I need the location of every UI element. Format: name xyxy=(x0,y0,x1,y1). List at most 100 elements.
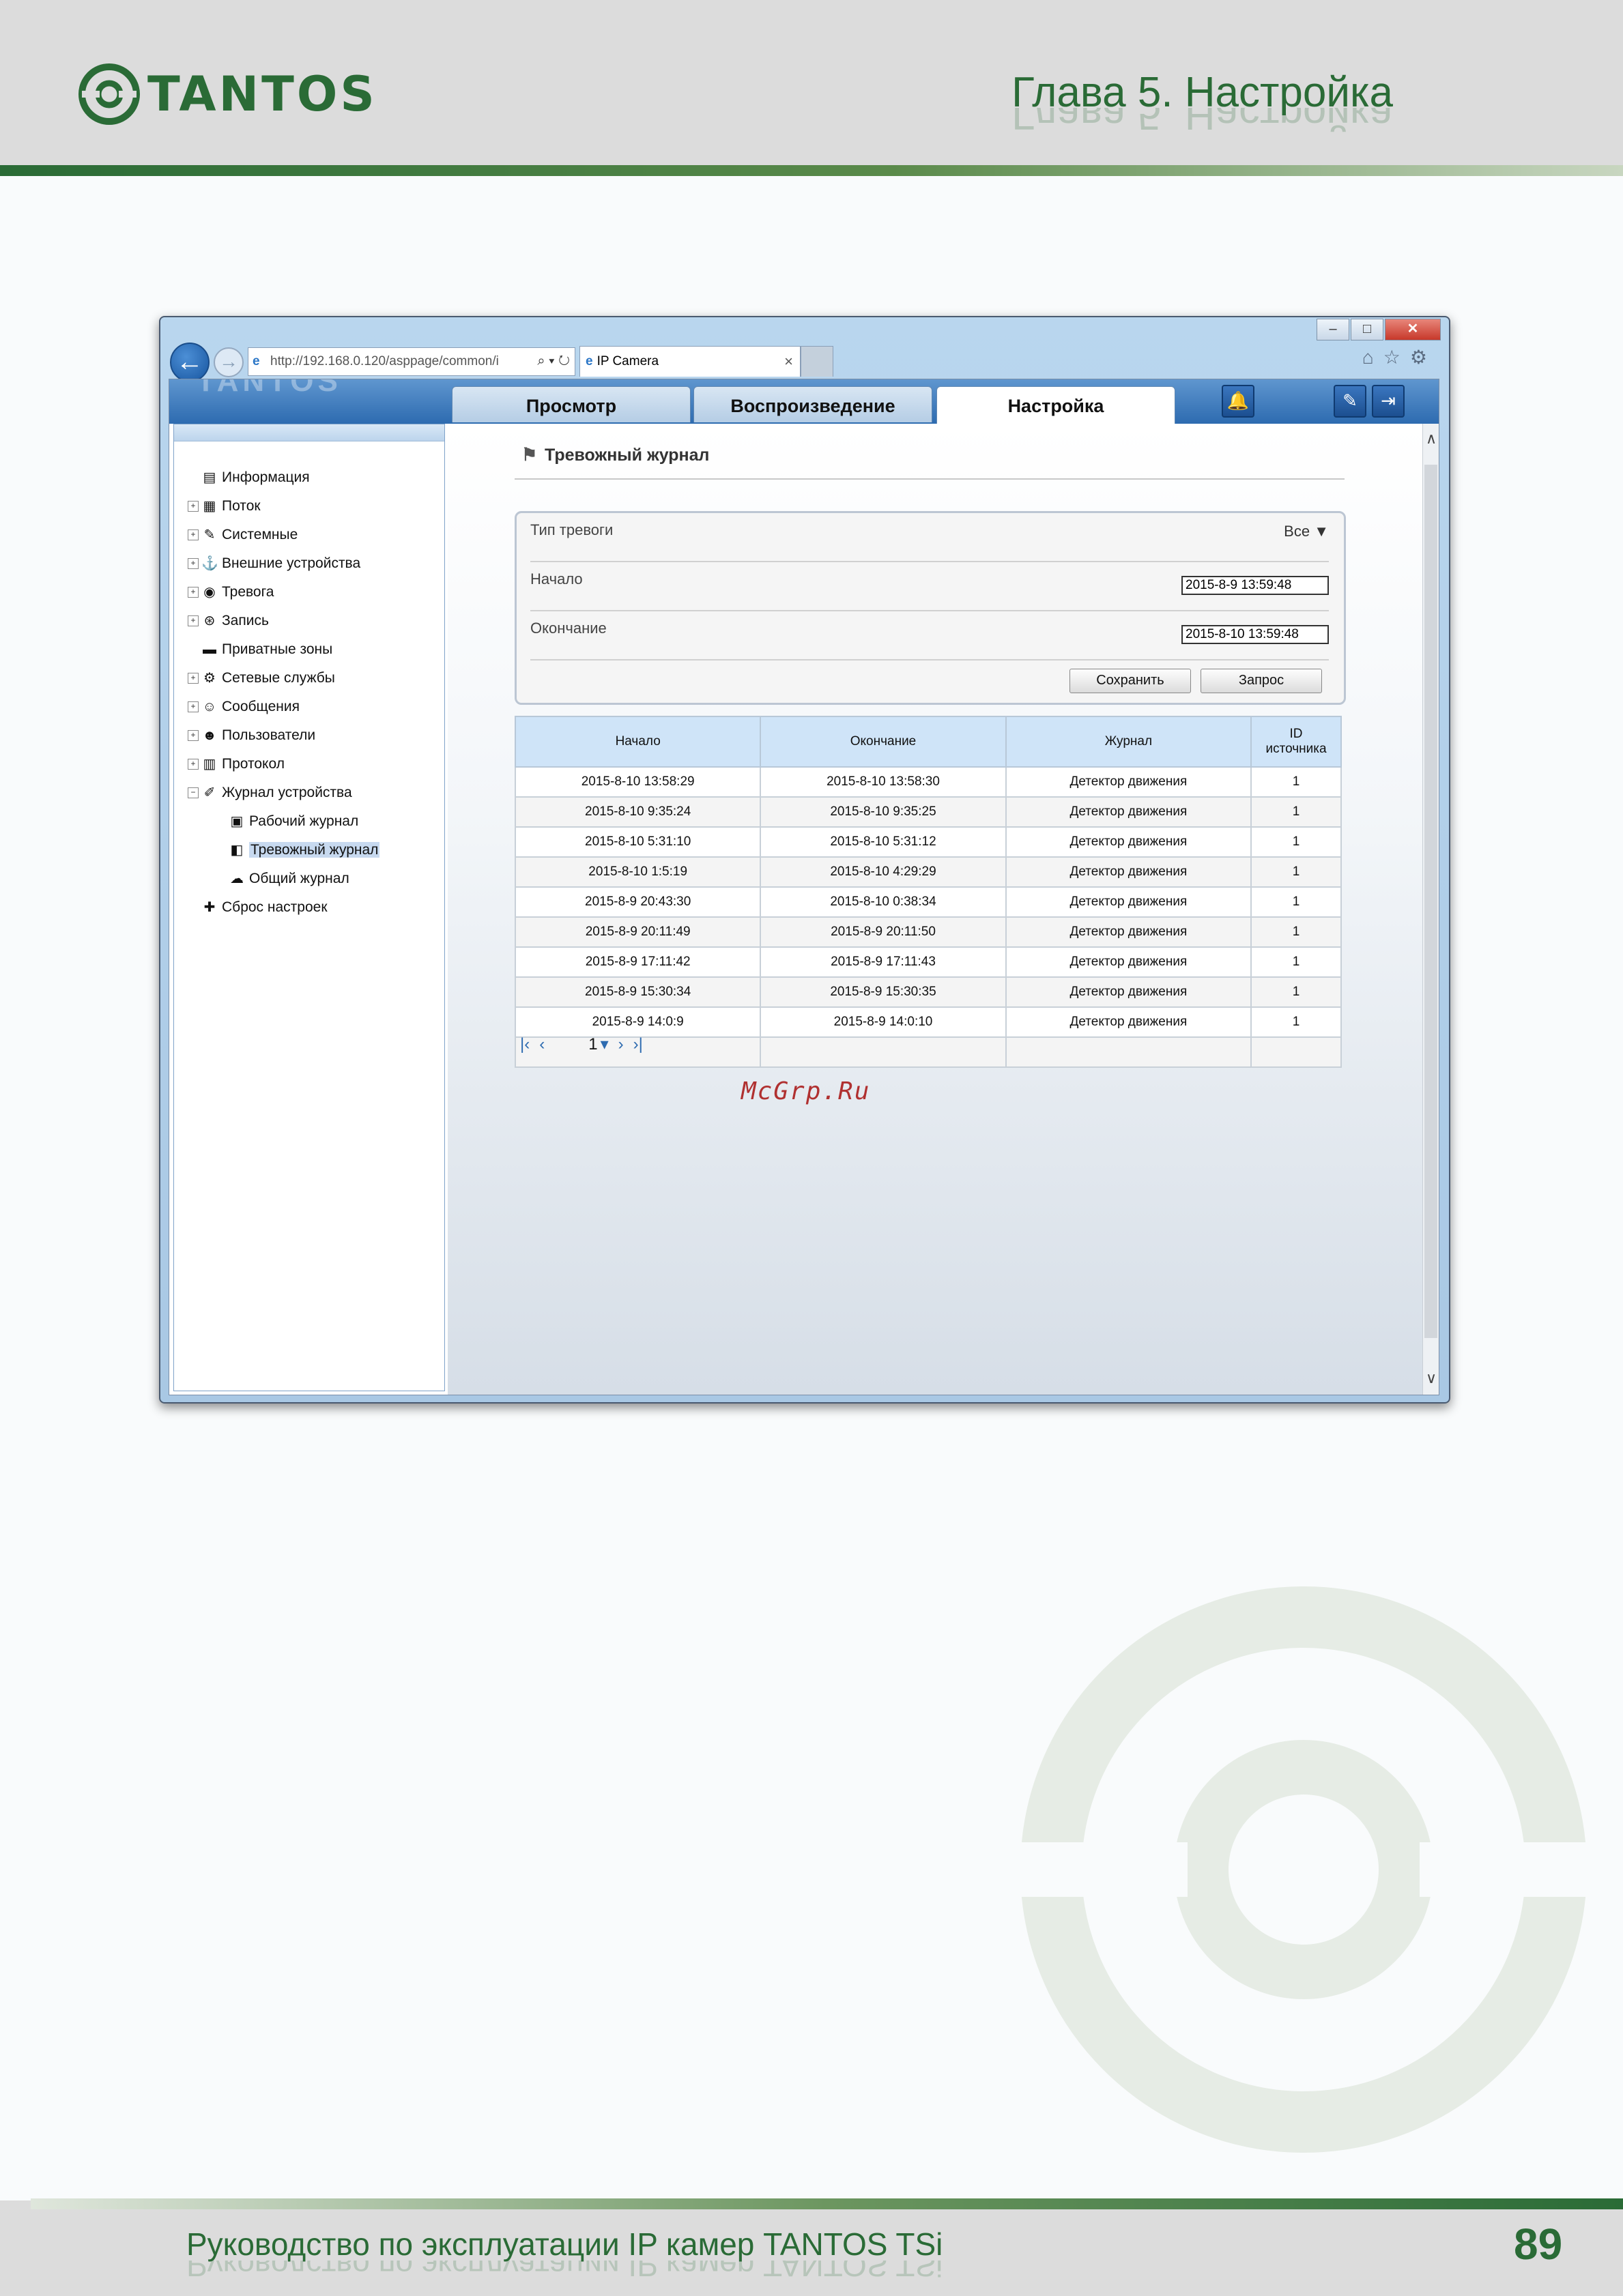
ie-icon: e xyxy=(586,354,593,368)
table-row[interactable]: 2015-8-9 15:30:34 2015-8-9 15:30:35 Детект… xyxy=(514,976,1342,1008)
new-tab-button[interactable] xyxy=(801,346,833,377)
cell-end: 2015-8-9 15:30:35 xyxy=(760,976,1007,1008)
cell-source-id: 1 xyxy=(1250,886,1342,918)
cell-log: Детектор движения xyxy=(1005,1006,1252,1038)
sidebar-item-work-log[interactable]: ▣ Рабочий журнал xyxy=(229,809,359,834)
sidebar-item-system[interactable]: + ✎ Системные xyxy=(188,523,298,547)
cell-end: 2015-8-10 4:29:29 xyxy=(760,856,1007,888)
expand-icon[interactable]: + xyxy=(188,701,199,713)
browser-tab[interactable]: e IP Camera × xyxy=(579,346,801,377)
alarm-type-select[interactable]: Все ▼ xyxy=(1284,523,1329,540)
footer-stripe xyxy=(31,2198,1623,2209)
sidebar-item-messages[interactable]: + ☺ Сообщения xyxy=(188,695,300,719)
column-header-source-id[interactable]: ID источника xyxy=(1250,716,1342,768)
cell-source-id: 1 xyxy=(1250,826,1342,858)
table-row[interactable]: 2015-8-10 5:31:10 2015-8-10 5:31:12 Детект… xyxy=(514,826,1342,858)
bell-icon[interactable]: 🔔 xyxy=(1222,385,1254,418)
page-number[interactable]: 1 xyxy=(588,1035,597,1054)
collapse-icon[interactable]: − xyxy=(188,787,199,799)
save-button[interactable]: Сохранить xyxy=(1069,669,1191,693)
table-row[interactable]: 2015-8-9 17:11:42 2015-8-9 17:11:43 Детект… xyxy=(514,946,1342,978)
sidebar-item-info[interactable]: ▤ Информация xyxy=(188,465,310,490)
scroll-up-icon[interactable]: ∧ xyxy=(1423,428,1439,450)
cell-source-id: 1 xyxy=(1250,916,1342,948)
brand-logo: TANTOS xyxy=(76,61,377,127)
tab-close-icon[interactable]: × xyxy=(784,347,793,377)
sidebar-item-device-log[interactable]: − ✐ Журнал устройства xyxy=(188,781,352,805)
expand-icon[interactable]: + xyxy=(188,673,199,684)
ie-icon: e xyxy=(253,354,260,368)
browser-window: – □ ✕ ← → e http://192.168.0.120/asppage/… xyxy=(159,316,1450,1404)
sidebar-item-record[interactable]: + ⊛ Запись xyxy=(188,609,269,633)
table-row[interactable]: 2015-8-9 14:0:9 2015-8-9 14:0:10 Детектор … xyxy=(514,1006,1342,1038)
sidebar-item-general-log[interactable]: ☁ Общий журнал xyxy=(229,867,349,891)
page-header: TANTOS Глава 5. Настройка Глава 5. Настр… xyxy=(0,0,1623,167)
forward-arrow-icon[interactable]: → xyxy=(214,347,244,377)
sidebar-item-alarm-log[interactable]: ◧ Тревожный журнал xyxy=(229,838,380,862)
cell-start: 2015-8-10 1:5:19 xyxy=(514,856,762,888)
prev-page-icon[interactable]: ‹ xyxy=(539,1035,545,1054)
window-controls: – □ ✕ xyxy=(1315,319,1441,340)
cell-start: 2015-8-9 17:11:42 xyxy=(514,946,762,978)
cell-start: 2015-8-9 14:0:9 xyxy=(514,1006,762,1038)
start-time-input[interactable] xyxy=(1181,576,1329,595)
cell-end: 2015-8-10 5:31:12 xyxy=(760,826,1007,858)
expand-icon[interactable]: + xyxy=(188,529,199,541)
scroll-thumb[interactable] xyxy=(1424,465,1437,1338)
back-arrow-icon[interactable]: ← xyxy=(170,343,210,382)
end-time-input[interactable] xyxy=(1181,625,1329,644)
sidebar-item-stream[interactable]: + ▦ Поток xyxy=(188,494,261,519)
table-row[interactable]: 2015-8-10 1:5:19 2015-8-10 4:29:29 Детекто… xyxy=(514,856,1342,888)
signpost-icon: ⚑ xyxy=(521,444,538,465)
column-header-end[interactable]: Окончание xyxy=(760,716,1007,768)
sidebar-item-alarm[interactable]: + ◉ Тревога xyxy=(188,580,274,605)
cell-log: Детектор движения xyxy=(1005,766,1252,798)
table-row[interactable]: 2015-8-9 20:11:49 2015-8-9 20:11:50 Детект… xyxy=(514,916,1342,948)
sidebar-item-network[interactable]: + ⚙ Сетевые службы xyxy=(188,666,335,691)
reset-icon: ✚ xyxy=(203,900,216,915)
tab-playback[interactable]: Воспроизведение xyxy=(693,386,932,422)
sidebar-item-devices[interactable]: + ⚓ Внешние устройства xyxy=(188,551,360,576)
expand-icon[interactable]: + xyxy=(188,759,199,770)
sidebar-item-reset[interactable]: ✚ Сброс настроек xyxy=(188,895,328,920)
general-log-icon: ☁ xyxy=(230,871,244,886)
dropdown-arrow-icon: ▼ xyxy=(1314,523,1329,540)
end-time-label: Окончание xyxy=(530,620,607,637)
sidebar-item-users[interactable]: + ☻ Пользователи xyxy=(188,723,315,748)
logout-icon[interactable]: ⇥ xyxy=(1372,385,1405,418)
page-dropdown-icon[interactable]: ▾ xyxy=(601,1034,609,1054)
cell-log: Детектор движения xyxy=(1005,826,1252,858)
home-star-gear-icons[interactable]: ⌂☆⚙ xyxy=(1362,346,1437,368)
close-window-button[interactable]: ✕ xyxy=(1385,319,1441,340)
system-icon: ✎ xyxy=(203,527,216,542)
expand-icon[interactable]: + xyxy=(188,730,199,742)
tab-settings[interactable]: Настройка xyxy=(936,386,1175,424)
last-page-icon[interactable]: ›| xyxy=(633,1035,643,1054)
cell-start: 2015-8-9 20:43:30 xyxy=(514,886,762,918)
sidebar-item-privacy[interactable]: ▬ Приватные зоны xyxy=(188,637,332,662)
minimize-button[interactable]: – xyxy=(1317,319,1349,340)
maximize-button[interactable]: □ xyxy=(1351,319,1383,340)
table-row[interactable]: 2015-8-10 13:58:29 2015-8-10 13:58:30 Дете… xyxy=(514,766,1342,798)
messages-icon: ☺ xyxy=(202,699,217,714)
edit-icon[interactable]: ✎ xyxy=(1334,385,1366,418)
expand-icon[interactable]: + xyxy=(188,615,199,627)
address-tools[interactable]: ⌕ ▾ ↻ xyxy=(515,347,570,375)
column-header-log[interactable]: Журнал xyxy=(1005,716,1252,768)
table-row[interactable]: 2015-8-10 9:35:24 2015-8-10 9:35:25 Детект… xyxy=(514,796,1342,828)
first-page-icon[interactable]: |‹ xyxy=(520,1035,530,1054)
query-button[interactable]: Запрос xyxy=(1201,669,1322,693)
scroll-down-icon[interactable]: ∨ xyxy=(1423,1367,1439,1389)
cell-end: 2015-8-9 20:11:50 xyxy=(760,916,1007,948)
expand-icon[interactable]: + xyxy=(188,558,199,570)
expand-icon[interactable]: + xyxy=(188,501,199,512)
device-log-icon: ✐ xyxy=(203,785,216,800)
tab-view[interactable]: Просмотр xyxy=(452,386,691,422)
next-page-icon[interactable]: › xyxy=(618,1035,624,1054)
expand-icon[interactable]: + xyxy=(188,587,199,598)
vertical-scrollbar[interactable]: ∧ ∨ xyxy=(1422,424,1439,1395)
sidebar-item-protocol[interactable]: + ▥ Протокол xyxy=(188,752,285,776)
watermark-logo-icon xyxy=(1010,1586,1597,2153)
table-row[interactable]: 2015-8-9 20:43:30 2015-8-10 0:38:34 Детект… xyxy=(514,886,1342,918)
column-header-start[interactable]: Начало xyxy=(514,716,762,768)
